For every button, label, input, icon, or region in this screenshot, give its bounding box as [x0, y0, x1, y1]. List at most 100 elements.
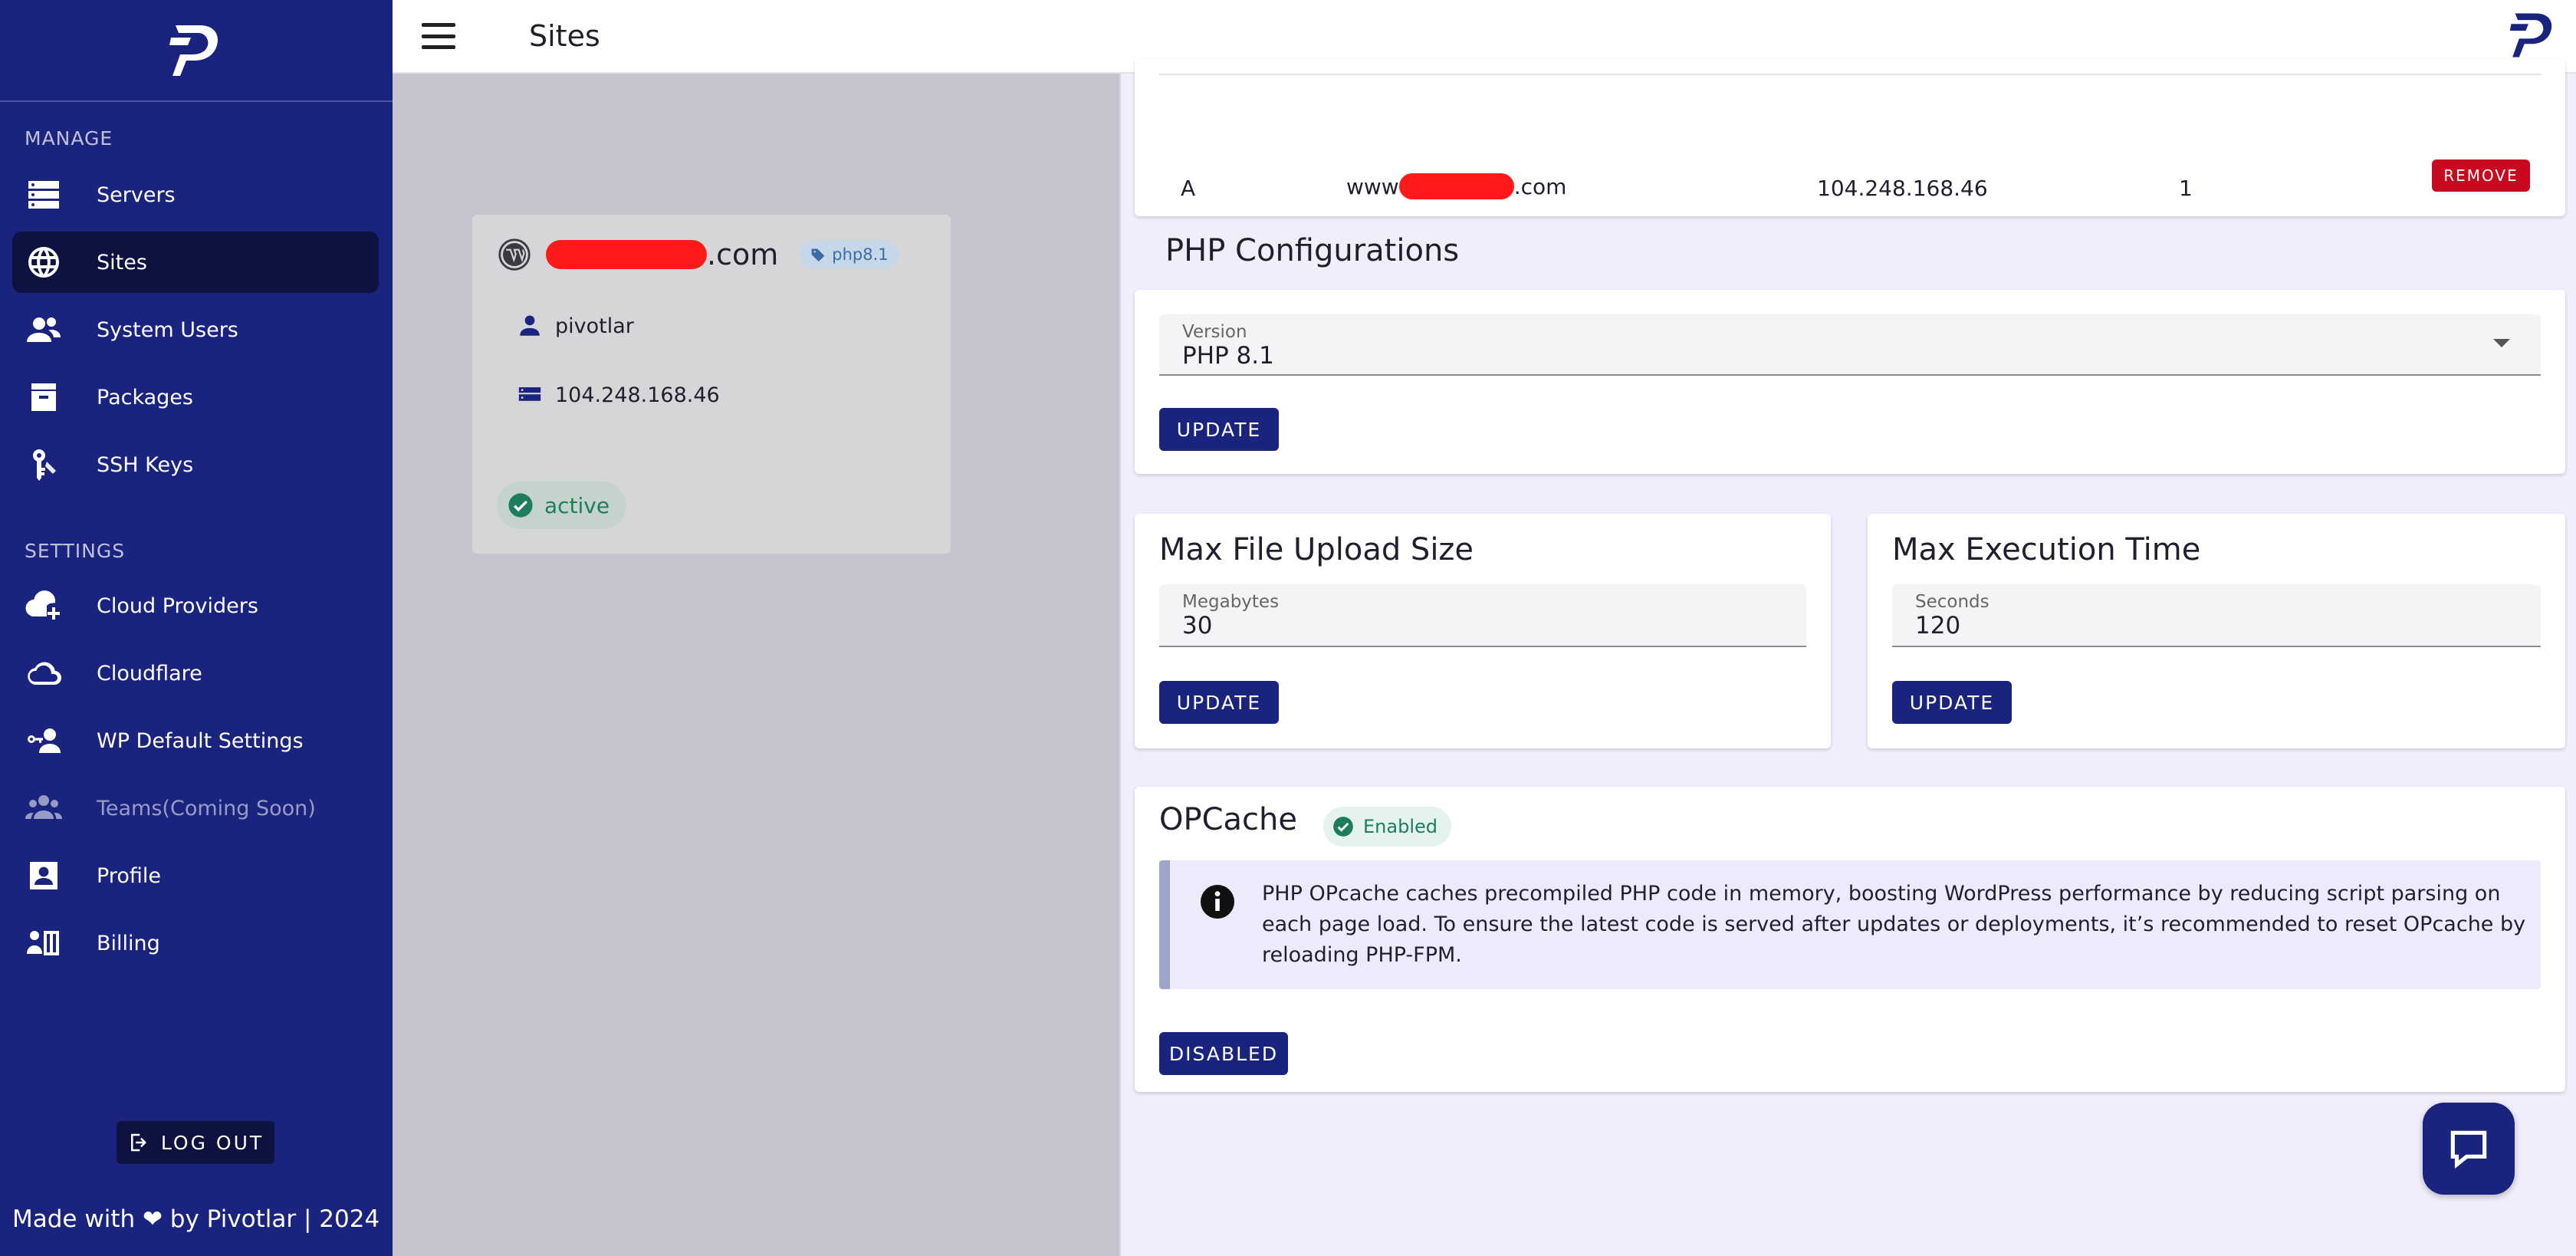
opcache-card: OPCache Enabled PHP OPcache caches preco…	[1135, 787, 2565, 1092]
sidebar-item-label: System Users	[97, 317, 238, 342]
server-icon	[23, 174, 64, 215]
table-divider	[1159, 74, 2541, 75]
sidebar-item-sites[interactable]: Sites	[12, 232, 379, 293]
site-details-panel: A www .com 104.248.168.46 1 REMOVE PHP C…	[1119, 58, 2576, 1256]
site-domain-suffix: .com	[707, 238, 779, 271]
site-ip: 104.248.168.46	[555, 383, 720, 407]
site-card-header: .com php8.1	[498, 238, 899, 271]
max-execution-input[interactable]: Seconds 120	[1892, 584, 2541, 647]
billing-icon	[23, 922, 64, 964]
dns-record-name: www .com	[1346, 173, 1566, 199]
status-badge: active	[497, 482, 627, 529]
tag-icon	[811, 248, 825, 262]
server-ip-icon	[518, 387, 541, 401]
php-version-label: Version	[1182, 322, 1247, 342]
sidebar-item-cloudflare[interactable]: Cloudflare	[12, 643, 379, 704]
sidebar-item-label: Packages	[97, 385, 193, 409]
sidebar-item-ssh-keys[interactable]: SSH Keys	[12, 434, 379, 495]
php-version-tag-label: php8.1	[832, 245, 889, 264]
pivotlar-logo-icon	[169, 25, 219, 76]
dns-record-ttl: 1	[2179, 176, 2193, 201]
php-version-value: PHP 8.1	[1182, 342, 1274, 370]
sidebar-item-label: Cloud Providers	[97, 593, 258, 618]
group-icon	[23, 787, 64, 829]
opcache-status-badge: Enabled	[1323, 807, 1451, 847]
php-version-tag: php8.1	[800, 241, 899, 268]
max-execution-field-label: Seconds	[1915, 592, 1990, 612]
sidebar-item-label: Cloudflare	[97, 661, 202, 686]
max-upload-card: Max File Upload Size Megabytes 30 UPDATE	[1135, 514, 1831, 748]
cloud-add-icon	[23, 585, 64, 626]
opcache-info-alert: PHP OPcache caches precompiled PHP code …	[1159, 860, 2541, 989]
user-key-icon	[23, 720, 64, 761]
check-circle-icon	[508, 493, 533, 518]
redacted-domain-name	[1398, 173, 1514, 199]
site-ip-row: 104.248.168.46	[517, 382, 720, 408]
redacted-domain-name	[546, 240, 707, 269]
info-icon	[1201, 885, 1234, 919]
php-version-update-button[interactable]: UPDATE	[1159, 408, 1279, 451]
max-execution-update-button[interactable]: UPDATE	[1892, 681, 2012, 724]
sidebar-item-label: SSH Keys	[97, 452, 194, 477]
check-circle-icon	[1333, 817, 1353, 837]
dns-records-card: A www .com 104.248.168.46 1 REMOVE	[1135, 58, 2565, 216]
dns-record-type: A	[1181, 176, 1196, 201]
sidebar-item-label: Sites	[97, 250, 147, 275]
chevron-down-icon	[2493, 339, 2510, 347]
dns-record-name-suffix: .com	[1513, 173, 1567, 199]
chat-support-button[interactable]	[2423, 1103, 2515, 1195]
logout-button[interactable]: LOG OUT	[117, 1121, 274, 1164]
max-upload-field-value: 30	[1182, 612, 1213, 640]
sidebar-item-label: Servers	[97, 182, 176, 207]
status-badge-label: active	[544, 492, 610, 518]
globe-icon	[23, 242, 64, 283]
max-upload-field-label: Megabytes	[1182, 592, 1280, 612]
sidebar-logo[interactable]	[0, 0, 393, 102]
hamburger-menu-icon[interactable]	[422, 23, 455, 49]
site-user-row: pivotlar	[517, 313, 634, 339]
dns-record-value: 104.248.168.46	[1817, 176, 1988, 201]
site-user: pivotlar	[555, 314, 634, 338]
php-version-select[interactable]: Version PHP 8.1	[1159, 314, 2541, 376]
remove-dns-record-button[interactable]: REMOVE	[2432, 159, 2530, 192]
sidebar-item-system-users[interactable]: System Users	[12, 299, 379, 360]
opcache-info-text: PHP OPcache caches precompiled PHP code …	[1262, 882, 2526, 967]
sidebar-item-packages[interactable]: Packages	[12, 367, 379, 428]
settings-section-label: SETTINGS	[25, 540, 126, 562]
max-execution-field-value: 120	[1915, 612, 1961, 640]
opcache-status-label: Enabled	[1363, 816, 1438, 837]
logout-icon	[130, 1133, 146, 1152]
opcache-title: OPCache	[1159, 802, 1297, 837]
users-icon	[23, 309, 64, 350]
sidebar-item-billing[interactable]: Billing	[12, 912, 379, 974]
person-icon	[520, 315, 540, 336]
sidebar-item-servers[interactable]: Servers	[12, 164, 379, 225]
wordpress-icon	[498, 238, 531, 271]
chat-bubble-icon	[2450, 1130, 2487, 1169]
sidebar-item-cloud-providers[interactable]: Cloud Providers	[12, 575, 379, 636]
sidebar-item-profile[interactable]: Profile	[12, 845, 379, 906]
logout-label: LOG OUT	[160, 1131, 264, 1154]
site-card[interactable]: .com php8.1 pivotlar 104.248.168.46 acti…	[472, 215, 951, 554]
php-version-card: Version PHP 8.1 UPDATE	[1135, 290, 2565, 474]
sidebar: MANAGE Servers Sites System Users Packag…	[0, 0, 393, 1256]
max-upload-update-button[interactable]: UPDATE	[1159, 681, 1279, 724]
php-configurations-title: PHP Configurations	[1165, 233, 1460, 268]
profile-icon	[23, 855, 64, 896]
max-execution-title: Max Execution Time	[1892, 532, 2201, 567]
max-execution-card: Max Execution Time Seconds 120 UPDATE	[1868, 514, 2565, 748]
footer-credit: Made with ❤ by Pivotlar | 2024	[12, 1205, 380, 1233]
dns-record-name-prefix: www	[1346, 173, 1399, 199]
sidebar-item-label: WP Default Settings	[97, 728, 304, 753]
sidebar-item-teams: Teams(Coming Soon)	[12, 778, 379, 839]
sidebar-item-wp-default-settings[interactable]: WP Default Settings	[12, 710, 379, 771]
page-title: Sites	[529, 19, 600, 53]
key-icon	[23, 444, 64, 485]
sidebar-item-label: Profile	[97, 863, 161, 888]
package-icon	[23, 376, 64, 418]
max-upload-input[interactable]: Megabytes 30	[1159, 584, 1806, 647]
manage-section-label: MANAGE	[25, 127, 113, 150]
pivotlar-logo-icon[interactable]	[2509, 11, 2558, 60]
opcache-toggle-button[interactable]: DISABLED	[1159, 1032, 1288, 1075]
sidebar-item-label: Billing	[97, 931, 160, 955]
